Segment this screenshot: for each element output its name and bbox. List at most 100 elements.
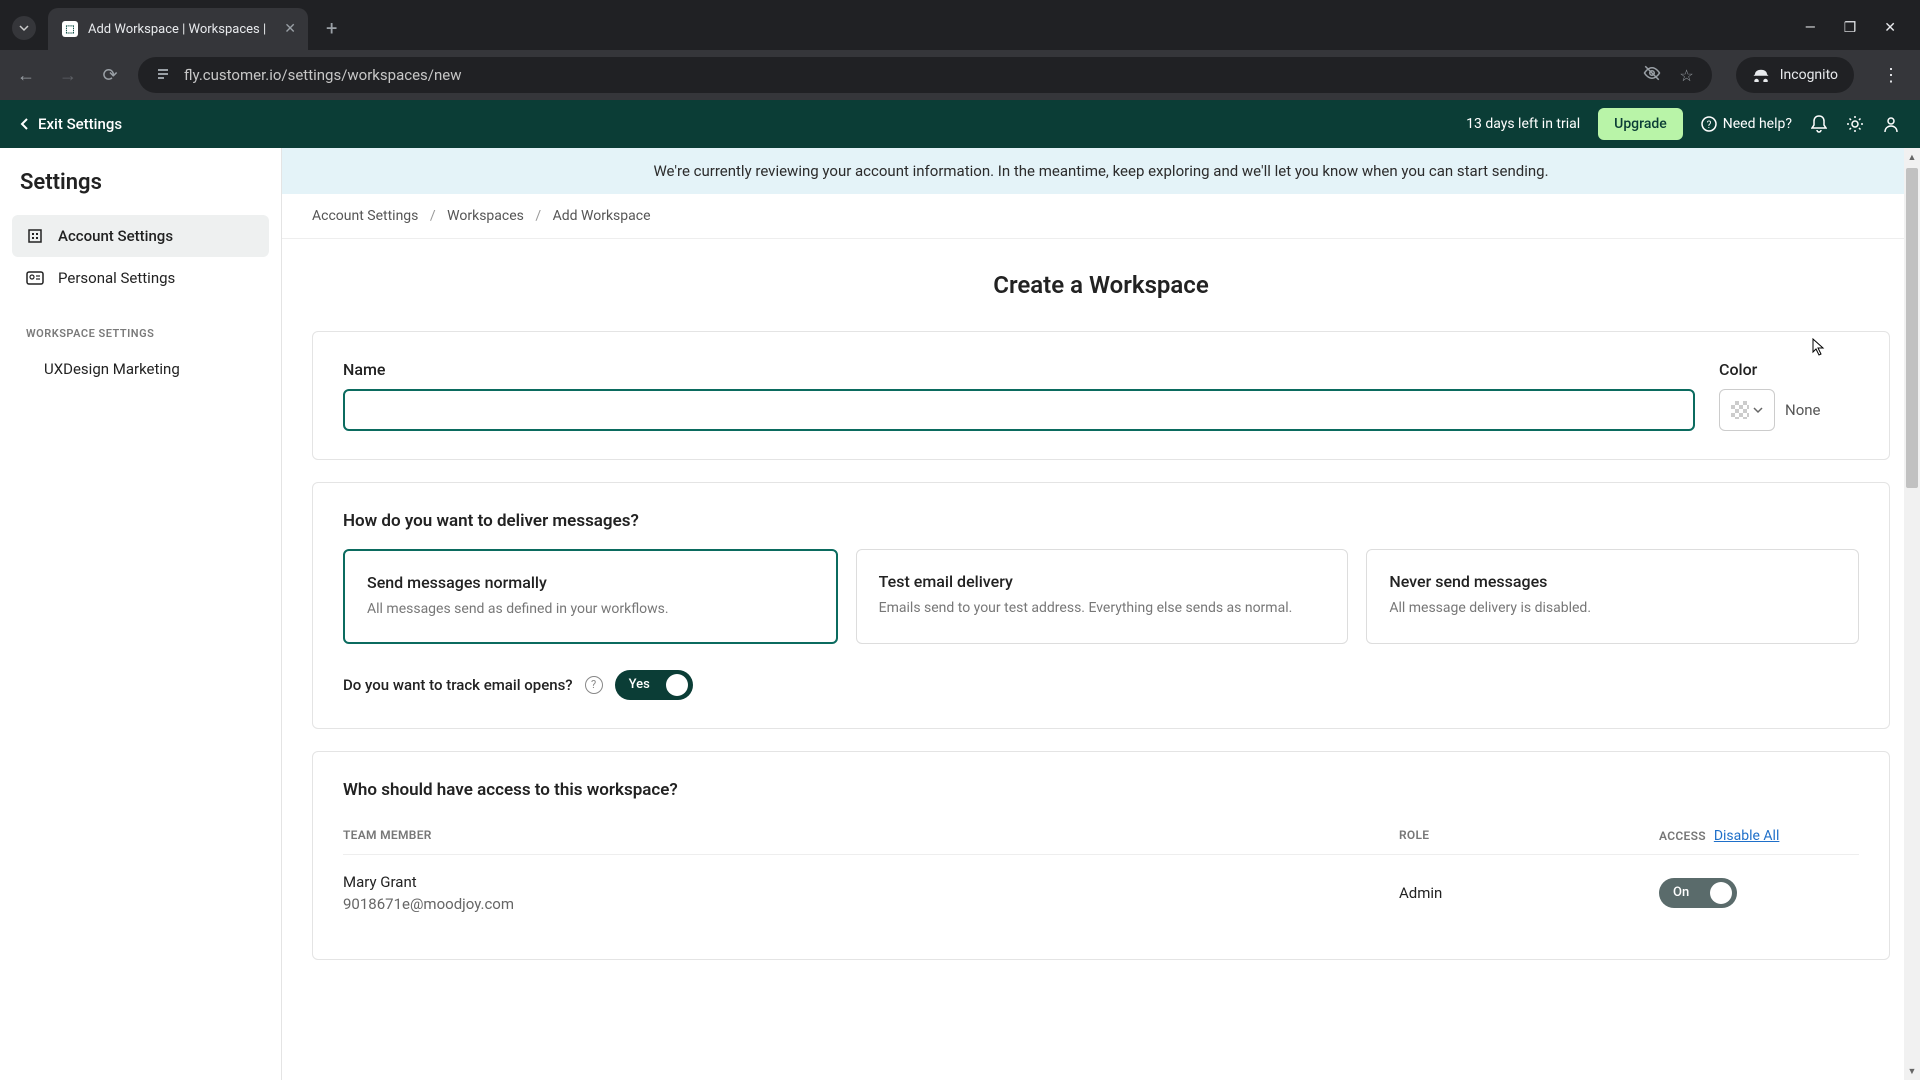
col-header-role: ROLE	[1399, 828, 1659, 844]
scroll-down-arrow[interactable]: ▼	[1906, 1064, 1918, 1078]
browser-tab-strip: ⬚ Add Workspace | Workspaces | ✕ + — ❐ ✕	[0, 0, 1920, 50]
browser-toolbar: ← → ⟳ fly.customer.io/settings/workspace…	[0, 50, 1920, 100]
chevron-down-icon	[1753, 406, 1763, 414]
transparent-swatch-icon	[1731, 401, 1749, 419]
option-title: Never send messages	[1389, 572, 1836, 591]
site-info-icon[interactable]	[156, 66, 170, 84]
option-title: Test email delivery	[879, 572, 1326, 591]
browser-menu-icon[interactable]: ⋮	[1868, 65, 1908, 86]
access-heading: Who should have access to this workspace…	[343, 780, 1859, 800]
sidebar-item-account-settings[interactable]: Account Settings	[12, 215, 269, 257]
minimize-icon[interactable]: —	[1805, 20, 1816, 36]
scroll-up-arrow[interactable]: ▲	[1906, 150, 1918, 164]
breadcrumb-separator: /	[535, 208, 541, 224]
new-tab-button[interactable]: +	[308, 16, 355, 50]
member-access-toggle[interactable]: On	[1659, 878, 1737, 908]
app-body: Settings Account Settings Personal Setti…	[0, 148, 1920, 1080]
chevron-left-icon	[20, 117, 30, 131]
help-tooltip-icon[interactable]: ?	[585, 676, 603, 694]
tab-search-dropdown[interactable]	[12, 16, 36, 40]
delivery-heading: How do you want to deliver messages?	[343, 511, 1859, 531]
option-desc: Emails send to your test address. Everyt…	[879, 599, 1326, 619]
reload-button[interactable]: ⟳	[96, 65, 124, 86]
need-help-label: Need help?	[1723, 116, 1792, 132]
delivery-option-never[interactable]: Never send messages All message delivery…	[1366, 549, 1859, 644]
color-label: Color	[1719, 360, 1859, 379]
member-name: Mary Grant	[343, 873, 1399, 891]
profile-icon[interactable]	[1882, 115, 1900, 133]
id-card-icon	[26, 269, 44, 287]
toggle-knob	[1710, 882, 1732, 904]
scrollbar[interactable]: ▲ ▼	[1904, 148, 1920, 1080]
sidebar: Settings Account Settings Personal Setti…	[0, 148, 282, 1080]
delivery-option-test[interactable]: Test email delivery Emails send to your …	[856, 549, 1349, 644]
tab-title: Add Workspace | Workspaces |	[88, 22, 274, 37]
track-opens-toggle[interactable]: Yes	[615, 670, 693, 700]
back-button[interactable]: ←	[12, 65, 40, 86]
table-row: Mary Grant 9018671e@moodjoy.com Admin On	[343, 855, 1859, 931]
breadcrumb-workspaces[interactable]: Workspaces	[447, 208, 524, 224]
col-header-member: TEAM MEMBER	[343, 828, 1399, 844]
close-tab-icon[interactable]: ✕	[284, 21, 296, 37]
incognito-icon	[1752, 68, 1770, 82]
workspace-name-input[interactable]	[343, 389, 1695, 431]
window-controls: — ❐ ✕	[1805, 20, 1920, 50]
breadcrumb-separator: /	[430, 208, 436, 224]
app-header: Exit Settings 13 days left in trial Upgr…	[0, 100, 1920, 148]
address-bar[interactable]: fly.customer.io/settings/workspaces/new …	[138, 57, 1712, 93]
name-label: Name	[343, 360, 1695, 379]
sidebar-item-personal-settings[interactable]: Personal Settings	[12, 257, 269, 299]
svg-text:?: ?	[1706, 120, 1711, 131]
color-picker-dropdown[interactable]	[1719, 389, 1775, 431]
gear-icon[interactable]	[1846, 115, 1864, 133]
delivery-option-normal[interactable]: Send messages normally All messages send…	[343, 549, 838, 644]
upgrade-button[interactable]: Upgrade	[1598, 108, 1683, 140]
sidebar-item-label: Personal Settings	[58, 269, 175, 287]
maximize-icon[interactable]: ❐	[1844, 20, 1857, 36]
sidebar-title: Settings	[12, 170, 269, 215]
access-card: Who should have access to this workspace…	[312, 751, 1890, 960]
chevron-down-icon	[19, 23, 29, 33]
toggle-state-label: Yes	[629, 677, 650, 692]
breadcrumb-account-settings[interactable]: Account Settings	[312, 208, 418, 224]
building-icon	[26, 227, 44, 245]
exit-settings-link[interactable]: Exit Settings	[20, 115, 122, 133]
scrollbar-thumb[interactable]	[1906, 168, 1918, 488]
disable-all-link[interactable]: Disable All	[1714, 828, 1780, 844]
main-content: We're currently reviewing your account i…	[282, 148, 1920, 1080]
incognito-badge[interactable]: Incognito	[1736, 57, 1854, 93]
option-title: Send messages normally	[367, 573, 814, 592]
info-banner: We're currently reviewing your account i…	[282, 148, 1920, 194]
sidebar-item-label: Account Settings	[58, 227, 173, 245]
browser-tab[interactable]: ⬚ Add Workspace | Workspaces | ✕	[48, 8, 308, 50]
favicon: ⬚	[62, 21, 78, 37]
notifications-icon[interactable]	[1810, 115, 1828, 133]
member-role: Admin	[1399, 884, 1442, 902]
access-table-header: TEAM MEMBER ROLE ACCESS Disable All	[343, 818, 1859, 855]
breadcrumb: Account Settings / Workspaces / Add Work…	[282, 194, 1920, 239]
exit-settings-label: Exit Settings	[38, 115, 122, 133]
sidebar-workspace-item[interactable]: UXDesign Marketing	[12, 350, 269, 388]
eye-off-icon[interactable]	[1643, 64, 1661, 86]
option-desc: All messages send as defined in your wor…	[367, 600, 814, 620]
option-desc: All message delivery is disabled.	[1389, 599, 1836, 619]
forward-button[interactable]: →	[54, 65, 82, 86]
track-opens-label: Do you want to track email opens?	[343, 676, 573, 694]
page-title: Create a Workspace	[312, 271, 1890, 299]
delivery-card: How do you want to deliver messages? Sen…	[312, 482, 1890, 729]
need-help-link[interactable]: ? Need help?	[1701, 116, 1792, 132]
help-circle-icon: ?	[1701, 116, 1717, 132]
color-value-text: None	[1785, 401, 1821, 419]
breadcrumb-current: Add Workspace	[553, 208, 651, 224]
name-color-card: Name Color None	[312, 331, 1890, 460]
toggle-state-label: On	[1673, 885, 1689, 900]
sidebar-section-heading: WORKSPACE SETTINGS	[12, 299, 269, 350]
mouse-cursor-icon	[1812, 338, 1826, 356]
trial-countdown: 13 days left in trial	[1466, 116, 1580, 132]
close-window-icon[interactable]: ✕	[1884, 20, 1896, 36]
member-email: 9018671e@moodjoy.com	[343, 895, 1399, 913]
toggle-knob	[666, 674, 688, 696]
incognito-label: Incognito	[1780, 67, 1838, 83]
url-text: fly.customer.io/settings/workspaces/new	[184, 66, 1629, 84]
bookmark-star-icon[interactable]: ☆	[1679, 66, 1693, 85]
